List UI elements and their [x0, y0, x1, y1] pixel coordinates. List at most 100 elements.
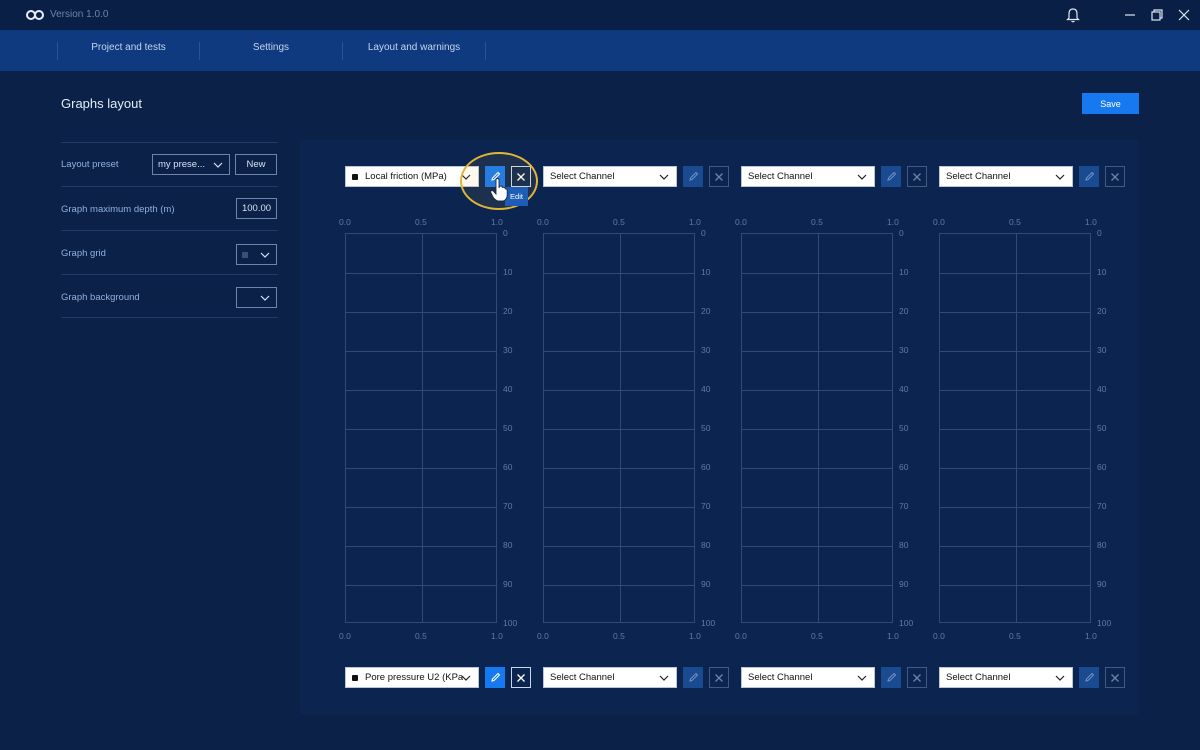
y-tick-label: 90: [1097, 579, 1107, 589]
layout-preset-label: Layout preset: [61, 159, 119, 170]
chevron-down-icon: [213, 162, 223, 168]
x-tick-label: 0.0: [933, 631, 945, 641]
infinity-logo-icon: [26, 10, 44, 20]
graph-grid-row: Graph grid: [61, 230, 278, 274]
tab-layout-and-warnings[interactable]: Layout and warnings: [343, 42, 485, 60]
grid-line: [544, 546, 694, 547]
edit-channel-button[interactable]: [683, 667, 703, 688]
graph-background-color-select[interactable]: [236, 287, 277, 308]
grid-line: [544, 585, 694, 586]
x-tick-label: 0.5: [1009, 217, 1021, 227]
channel-label: Local friction (MPa): [365, 171, 447, 182]
y-tick-label: 30: [1097, 345, 1107, 355]
bottom-channel-select[interactable]: Select Channel: [741, 667, 875, 688]
y-tick-label: 0: [701, 228, 706, 238]
grid-line: [940, 546, 1090, 547]
y-tick-label: 40: [503, 384, 513, 394]
remove-channel-button[interactable]: [1105, 166, 1125, 187]
close-icon: [715, 172, 723, 181]
edit-tooltip: Edit: [505, 187, 528, 206]
y-tick-label: 80: [701, 540, 711, 550]
y-tick-label: 40: [1097, 384, 1107, 394]
remove-channel-button[interactable]: [511, 667, 531, 688]
x-tick-label: 0.5: [811, 631, 823, 641]
grid-line: [742, 390, 892, 391]
bottom-channel-select[interactable]: Select Channel: [543, 667, 677, 688]
grid-line: [940, 312, 1090, 313]
top-channel-select[interactable]: Select Channel: [543, 166, 677, 187]
bottom-channel-select[interactable]: Pore pressure U2 (KPa: [345, 667, 479, 688]
edit-channel-button[interactable]: [1079, 166, 1099, 187]
remove-channel-button[interactable]: [1105, 667, 1125, 688]
restore-icon[interactable]: [1150, 8, 1164, 22]
graph-grid-color-select[interactable]: [236, 244, 277, 265]
bottom-channel-select[interactable]: Select Channel: [939, 667, 1073, 688]
minimize-icon[interactable]: [1123, 8, 1137, 22]
remove-channel-button[interactable]: [709, 667, 729, 688]
y-tick-label: 40: [899, 384, 909, 394]
grid-line: [940, 507, 1090, 508]
y-tick-label: 100: [1097, 618, 1112, 628]
y-tick-label: 100: [503, 618, 518, 628]
title-bar: Version 1.0.0: [0, 0, 1200, 30]
y-tick-label: 30: [503, 345, 513, 355]
x-tick-label: 0.5: [415, 217, 427, 227]
close-window-icon[interactable]: [1177, 8, 1191, 22]
layout-preset-row: Layout preset my prese... New: [61, 142, 278, 186]
grid-line: [346, 429, 496, 430]
y-tick-label: 60: [503, 462, 513, 472]
save-button[interactable]: Save: [1082, 93, 1139, 114]
grid-line: [346, 273, 496, 274]
channel-label: Select Channel: [550, 171, 615, 182]
y-tick-label: 0: [503, 228, 508, 238]
grid-line: [742, 546, 892, 547]
grid-line: [422, 234, 423, 622]
x-tick-label: 0.0: [933, 217, 945, 227]
y-tick-label: 50: [701, 423, 711, 433]
y-tick-label: 30: [701, 345, 711, 355]
top-channel-select[interactable]: Select Channel: [939, 166, 1073, 187]
y-tick-label: 50: [899, 423, 909, 433]
max-depth-value: 100.00: [241, 203, 272, 214]
edit-channel-button[interactable]: [881, 166, 901, 187]
edit-channel-button[interactable]: [881, 667, 901, 688]
top-channel-select[interactable]: Local friction (MPa): [345, 166, 479, 187]
grid-line: [742, 507, 892, 508]
y-tick-label: 20: [701, 306, 711, 316]
top-channel-select[interactable]: Select Channel: [741, 166, 875, 187]
edit-channel-button[interactable]: [683, 166, 703, 187]
remove-channel-button[interactable]: [907, 667, 927, 688]
grid-line: [544, 390, 694, 391]
remove-channel-button[interactable]: [709, 166, 729, 187]
remove-channel-button[interactable]: [907, 166, 927, 187]
y-tick-label: 50: [1097, 423, 1107, 433]
x-tick-label: 1.0: [491, 631, 503, 641]
tab-project-and-tests[interactable]: Project and tests: [58, 42, 199, 60]
tab-settings[interactable]: Settings: [200, 42, 342, 60]
close-icon: [1111, 172, 1119, 181]
color-swatch: [242, 252, 248, 258]
layout-preset-select[interactable]: my prese...: [152, 154, 230, 175]
channel-label: Select Channel: [748, 171, 813, 182]
grid-line: [620, 234, 621, 622]
x-tick-label: 0.0: [339, 217, 351, 227]
edit-channel-button[interactable]: [1079, 667, 1099, 688]
y-tick-label: 80: [899, 540, 909, 550]
grid-line: [544, 507, 694, 508]
hand-cursor-icon: [490, 178, 508, 202]
pencil-icon: [1084, 672, 1094, 682]
grid-line: [742, 468, 892, 469]
edit-channel-button[interactable]: [485, 667, 505, 688]
new-preset-button[interactable]: New: [235, 154, 277, 175]
x-tick-label: 1.0: [689, 217, 701, 227]
grid-line: [346, 351, 496, 352]
y-tick-label: 90: [503, 579, 513, 589]
y-tick-label: 0: [899, 228, 904, 238]
channel-label: Select Channel: [748, 672, 813, 683]
bell-icon[interactable]: [1066, 8, 1080, 23]
channel-label: Select Channel: [550, 672, 615, 683]
y-tick-label: 10: [701, 267, 711, 277]
x-tick-label: 1.0: [887, 631, 899, 641]
max-depth-input[interactable]: 100.00: [236, 198, 277, 219]
grid-line: [940, 468, 1090, 469]
